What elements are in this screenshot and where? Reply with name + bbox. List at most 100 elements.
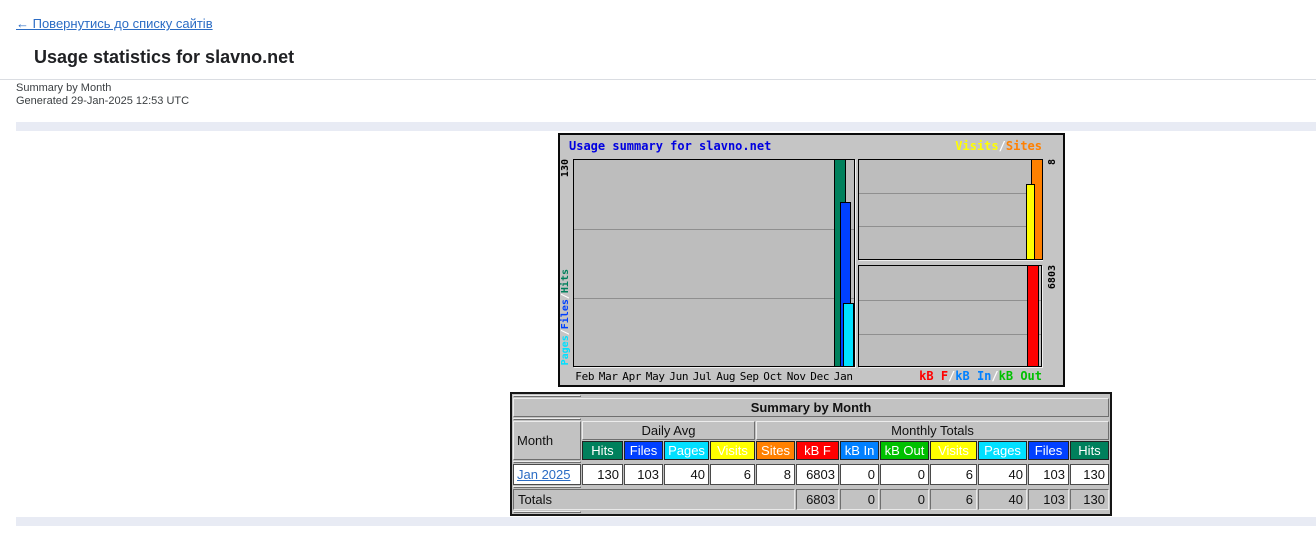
- col-header-files: Files: [624, 441, 663, 460]
- summary-by-month-label: Summary by Month: [16, 82, 111, 94]
- legend-kbf-label: kB F: [919, 369, 948, 383]
- monthly-totals-group-header: Monthly Totals: [756, 421, 1109, 440]
- summary-by-month-table: Summary by Month Month Daily Avg Monthly…: [510, 392, 1112, 516]
- spacer-cell: [513, 511, 581, 513]
- left-axis-max-label: 130: [560, 159, 571, 177]
- cell-daily-files: 103: [624, 464, 663, 485]
- month-tick: Aug: [714, 370, 738, 383]
- col-header-visits: Visits: [710, 441, 755, 460]
- right-axis-top-max-label: 8: [1047, 159, 1058, 165]
- page-title: Usage statistics for slavno.net: [34, 47, 294, 68]
- gridline: [859, 300, 1041, 301]
- hits-files-pages-plot: [573, 159, 855, 367]
- graph-legend-kbytes: kB F/kB In/kB Out: [919, 369, 1042, 383]
- usage-summary-graph: Usage summary for slavno.net Visits/Site…: [558, 133, 1065, 387]
- totals-row: Totals 6803 0 0 6 40 103 130: [513, 489, 1109, 510]
- col-header-kbf: kB F: [796, 441, 839, 460]
- kbytes-bar: [1027, 265, 1039, 367]
- legend-visits-label: Visits: [955, 139, 998, 153]
- month-tick: Jul: [691, 370, 715, 383]
- gridline: [574, 298, 854, 299]
- cell-kbin: 0: [840, 464, 879, 485]
- generated-timestamp: Generated 29-Jan-2025 12:53 UTC: [16, 95, 189, 107]
- spacer-cell: [513, 486, 581, 488]
- legend-kbout-label: kB Out: [999, 369, 1042, 383]
- cell-total-hits: 130: [1070, 464, 1109, 485]
- axis-pages-label: Pages: [560, 335, 571, 365]
- cell-sites: 8: [756, 464, 795, 485]
- cell-total-pages: 40: [978, 464, 1027, 485]
- gridline: [574, 229, 854, 230]
- axis-separator: /: [560, 329, 571, 335]
- visits-bar: [1026, 184, 1035, 260]
- group-header-row: Month Daily Avg Monthly Totals: [513, 421, 1109, 440]
- section-divider-bottom: [16, 517, 1316, 526]
- spacer-row: [513, 395, 1109, 397]
- month-tick: Apr: [620, 370, 644, 383]
- month-tick: Oct: [761, 370, 785, 383]
- cell-total-files: 103: [1028, 464, 1069, 485]
- col-header-kbin: kB In: [840, 441, 879, 460]
- month-tick: Dec: [808, 370, 832, 383]
- axis-separator: /: [560, 293, 571, 299]
- totals-kbin: 0: [840, 489, 879, 510]
- section-divider-top: [16, 122, 1316, 131]
- month-tick: Jan: [832, 370, 856, 383]
- month-cell: Jan 2025: [513, 464, 581, 485]
- spacer-cell: [513, 461, 581, 463]
- col-header-files-total: Files: [1028, 441, 1069, 460]
- kbytes-plot: [858, 265, 1042, 367]
- legend-separator: /: [991, 369, 998, 383]
- totals-pages: 40: [978, 489, 1027, 510]
- col-header-kbout: kB Out: [880, 441, 929, 460]
- graph-title: Usage summary for slavno.net: [569, 139, 771, 153]
- gridline: [859, 193, 1041, 194]
- right-axis-bottom-max-label: 6803: [1047, 265, 1058, 289]
- axis-files-label: Files: [560, 299, 571, 329]
- graph-legend-visits-sites: Visits/Sites: [955, 139, 1042, 153]
- month-tick: Jun: [667, 370, 691, 383]
- month-tick: Sep: [738, 370, 762, 383]
- left-axis-title: Pages/Files/Hits: [560, 269, 571, 365]
- spacer-row: [513, 461, 1109, 463]
- month-link-jan-2025[interactable]: Jan 2025: [517, 467, 571, 482]
- spacer-cell: [513, 418, 581, 420]
- back-to-site-list-link[interactable]: ← Повернутись до списку сайтів: [16, 16, 213, 31]
- gridline: [859, 334, 1041, 335]
- spacer-row: [513, 511, 1109, 513]
- month-axis: Feb Mar Apr May Jun Jul Aug Sep Oct Nov …: [573, 370, 855, 383]
- col-header-sites: Sites: [756, 441, 795, 460]
- totals-visits: 6: [930, 489, 977, 510]
- visits-sites-plot: [858, 159, 1042, 260]
- totals-files: 103: [1028, 489, 1069, 510]
- totals-label: Totals: [513, 489, 795, 510]
- spacer-row: [513, 418, 1109, 420]
- cell-kbout: 0: [880, 464, 929, 485]
- col-header-pages: Pages: [664, 441, 709, 460]
- month-tick: Feb: [573, 370, 597, 383]
- totals-hits: 130: [1070, 489, 1109, 510]
- table-title: Summary by Month: [513, 398, 1109, 417]
- axis-hits-label: Hits: [560, 269, 571, 293]
- legend-kbin-label: kB In: [955, 369, 991, 383]
- month-tick: Nov: [785, 370, 809, 383]
- pages-bar: [843, 303, 854, 367]
- cell-total-visits: 6: [930, 464, 977, 485]
- month-column-header: Month: [513, 421, 581, 460]
- daily-avg-group-header: Daily Avg: [582, 421, 755, 440]
- legend-separator: /: [999, 139, 1006, 153]
- column-header-row: Hits Files Pages Visits Sites kB F kB In…: [513, 441, 1109, 460]
- col-header-pages-total: Pages: [978, 441, 1027, 460]
- cell-daily-hits: 130: [582, 464, 623, 485]
- webalizer-page: ← Повернутись до списку сайтів Usage sta…: [0, 0, 1316, 536]
- gridline: [859, 226, 1041, 227]
- header-divider: [0, 79, 1316, 80]
- cell-daily-pages: 40: [664, 464, 709, 485]
- totals-kbout: 0: [880, 489, 929, 510]
- month-tick: May: [644, 370, 668, 383]
- cell-daily-visits: 6: [710, 464, 755, 485]
- spacer-cell: [513, 395, 581, 397]
- legend-sites-label: Sites: [1006, 139, 1042, 153]
- cell-kbf: 6803: [796, 464, 839, 485]
- spacer-row: [513, 486, 1109, 488]
